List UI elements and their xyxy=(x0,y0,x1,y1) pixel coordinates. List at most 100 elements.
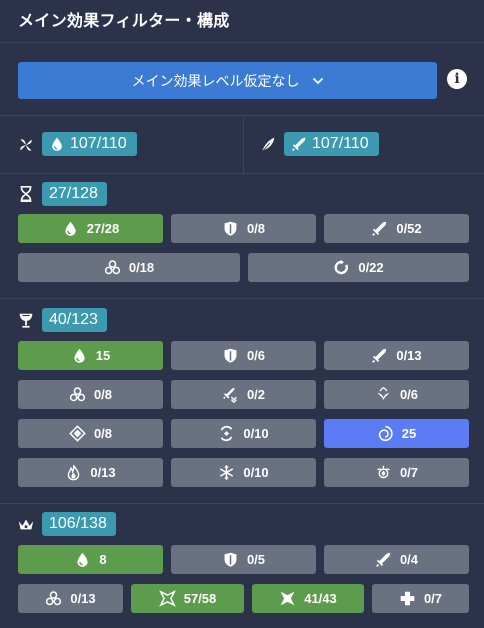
button-value: 0/13 xyxy=(90,465,116,480)
button-value: 0/4 xyxy=(399,552,419,567)
button-value: 0/6 xyxy=(399,387,419,402)
button-value: 0/8 xyxy=(93,387,113,402)
info-icon[interactable]: i xyxy=(447,69,467,89)
main-stat-level-dropdown[interactable]: メイン効果レベル仮定なし xyxy=(18,62,437,99)
circlet-crit-dmg-button[interactable]: 41/43 xyxy=(252,584,364,613)
goblet-electro-button[interactable]: 0/10 xyxy=(171,419,316,448)
elemental-mastery-icon xyxy=(104,260,120,275)
circlet-atk-button[interactable]: 0/4 xyxy=(324,545,469,574)
atk-sword-icon xyxy=(372,348,387,363)
goblet-pyro-button[interactable]: 0/13 xyxy=(18,458,163,487)
goblet-physical-button[interactable]: 0/2 xyxy=(171,380,316,409)
button-value: 0/8 xyxy=(246,221,266,236)
divider xyxy=(0,298,484,299)
hp-drop-icon xyxy=(52,137,62,151)
goblet-count: 40/123 xyxy=(49,311,98,328)
page-title: メイン効果フィルター・構成 xyxy=(18,13,230,30)
divider xyxy=(0,42,484,43)
button-value: 0/10 xyxy=(243,426,269,441)
button-value: 0/22 xyxy=(358,260,384,275)
anemo-icon xyxy=(377,386,390,402)
plume-count-badge: 107/110 xyxy=(284,132,379,156)
header: メイン効果フィルター・構成 xyxy=(0,0,484,42)
button-value: 0/5 xyxy=(246,552,266,567)
hp-drop-icon xyxy=(74,348,85,363)
dendro-icon xyxy=(377,465,390,479)
goblet-icon xyxy=(19,313,33,328)
energy-recharge-icon xyxy=(334,259,349,275)
circlet-def-button[interactable]: 0/5 xyxy=(171,545,316,574)
crit-rate-icon xyxy=(158,590,176,607)
sands-count: 27/128 xyxy=(49,185,98,202)
button-value: 0/10 xyxy=(243,465,269,480)
pyro-icon xyxy=(68,464,80,481)
divider xyxy=(0,115,484,116)
atk-sword-icon xyxy=(292,137,306,151)
circlet-crit-rate-button[interactable]: 57/58 xyxy=(131,584,244,613)
circlet-em-button[interactable]: 0/13 xyxy=(18,584,123,613)
physical-dmg-icon xyxy=(223,387,237,403)
goblet-hydro-button[interactable]: 25 xyxy=(324,419,469,448)
goblet-geo-button[interactable]: 0/8 xyxy=(18,419,163,448)
button-value: 0/18 xyxy=(128,260,155,275)
geo-icon xyxy=(69,425,86,442)
goblet-count-badge: 40/123 xyxy=(42,308,107,332)
button-value: 15 xyxy=(95,348,111,363)
plume-count: 107/110 xyxy=(312,135,369,152)
plume-icon xyxy=(261,137,275,153)
elemental-mastery-icon xyxy=(46,591,62,606)
goblet-cryo-button[interactable]: 0/10 xyxy=(171,458,316,487)
goblet-def-button[interactable]: 0/6 xyxy=(171,341,316,370)
button-value: 41/43 xyxy=(304,591,337,606)
button-value: 0/7 xyxy=(399,465,419,480)
circlet-count-badge: 106/138 xyxy=(42,512,116,536)
button-value: 0/13 xyxy=(70,591,96,606)
dropdown-label: メイン効果レベル仮定なし xyxy=(131,72,300,89)
circlet-count: 106/138 xyxy=(49,515,107,532)
button-value: 0/8 xyxy=(93,426,113,441)
atk-sword-icon xyxy=(372,221,387,236)
sands-atk-button[interactable]: 0/52 xyxy=(324,214,469,243)
goblet-anemo-button[interactable]: 0/6 xyxy=(324,380,469,409)
divider xyxy=(0,503,484,504)
circlet-hp-button[interactable]: 8 xyxy=(18,545,163,574)
button-value: 0/13 xyxy=(396,348,422,363)
goblet-em-button[interactable]: 0/8 xyxy=(18,380,163,409)
goblet-atk-button[interactable]: 0/13 xyxy=(324,341,469,370)
button-value: 57/58 xyxy=(183,591,217,606)
button-value: 0/52 xyxy=(396,221,422,236)
sands-count-badge: 27/128 xyxy=(42,182,107,206)
button-value: 0/6 xyxy=(246,348,266,363)
goblet-hp-button[interactable]: 15 xyxy=(18,341,163,370)
button-value: 25 xyxy=(401,426,417,441)
circlet-icon xyxy=(18,519,34,530)
flower-icon xyxy=(20,139,32,151)
hp-drop-icon xyxy=(65,221,76,236)
divider xyxy=(0,173,484,174)
button-value: 8 xyxy=(99,552,107,567)
crit-dmg-icon xyxy=(280,591,295,606)
hp-drop-icon xyxy=(77,552,88,567)
def-shield-icon xyxy=(224,221,237,236)
sands-def-button[interactable]: 0/8 xyxy=(171,214,316,243)
flower-count: 107/110 xyxy=(70,135,127,152)
button-value: 0/2 xyxy=(246,387,266,402)
hydro-icon xyxy=(378,425,393,442)
chevron-down-icon xyxy=(312,77,323,84)
sands-hp-button[interactable]: 27/28 xyxy=(18,214,163,243)
electro-icon xyxy=(220,425,233,442)
button-value: 0/7 xyxy=(423,591,443,606)
def-shield-icon xyxy=(224,348,237,363)
sands-em-button[interactable]: 0/18 xyxy=(18,253,240,282)
elemental-mastery-icon xyxy=(69,387,86,402)
button-value: 27/28 xyxy=(86,221,120,236)
sands-icon xyxy=(20,185,32,203)
def-shield-icon xyxy=(224,552,237,567)
cryo-icon xyxy=(220,465,234,480)
healing-bonus-icon xyxy=(400,591,415,606)
goblet-dendro-button[interactable]: 0/7 xyxy=(324,458,469,487)
divider xyxy=(243,116,244,174)
sands-er-button[interactable]: 0/22 xyxy=(248,253,469,282)
circlet-healing-button[interactable]: 0/7 xyxy=(372,584,469,613)
flower-count-badge: 107/110 xyxy=(42,132,137,156)
